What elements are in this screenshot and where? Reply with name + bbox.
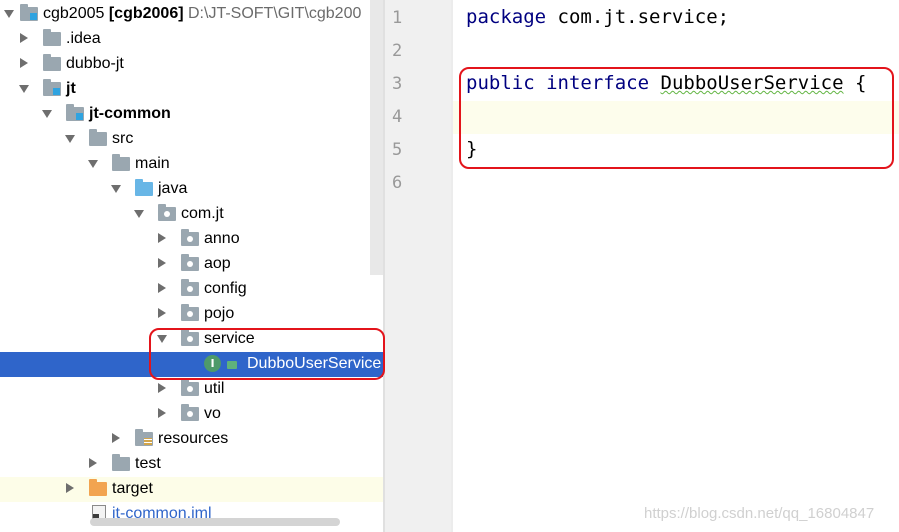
tree-item-label: src	[112, 130, 134, 147]
project-tree: cgb2005 [cgb2006] D:\JT-SOFT\GIT\cgb200 …	[0, 0, 383, 532]
expand-arrow-icon[interactable]	[4, 10, 14, 18]
tree-item-label: .idea	[66, 30, 101, 47]
collapse-arrow-icon[interactable]	[20, 58, 28, 68]
collapse-arrow-icon[interactable]	[158, 383, 166, 393]
line-number: 3	[392, 74, 403, 94]
expand-arrow-icon[interactable]	[111, 185, 121, 193]
code-line-1[interactable]: package com.jt.service;	[466, 6, 729, 28]
tree-item-label: jt	[66, 80, 76, 97]
package-icon	[181, 404, 199, 421]
tree-item-jt[interactable]: jt	[0, 77, 383, 102]
module-folder-icon	[20, 4, 38, 21]
tree-item-aop[interactable]: aop	[0, 252, 383, 277]
collapse-arrow-icon[interactable]	[158, 308, 166, 318]
root-module: [cgb2006]	[108, 5, 184, 22]
tree-item-resources[interactable]: resources	[0, 427, 383, 452]
tree-item-label: anno	[204, 230, 240, 247]
tree-item-root[interactable]: cgb2005 [cgb2006] D:\JT-SOFT\GIT\cgb200	[0, 2, 383, 27]
package-icon	[158, 204, 176, 221]
folder-icon	[43, 54, 61, 71]
collapse-arrow-icon[interactable]	[89, 458, 97, 468]
tree-item-label: java	[158, 180, 188, 197]
tree-item-config[interactable]: config	[0, 277, 383, 302]
package-icon	[181, 229, 199, 246]
root-path: D:\JT-SOFT\GIT\cgb200	[188, 5, 362, 22]
expand-arrow-icon[interactable]	[88, 160, 98, 168]
expand-arrow-icon[interactable]	[134, 210, 144, 218]
tree-horizontal-scrollbar[interactable]	[90, 518, 340, 526]
tree-item-label: resources	[158, 430, 229, 447]
resources-folder-icon	[135, 429, 153, 446]
excluded-folder-icon	[89, 479, 107, 496]
folder-icon	[89, 129, 107, 146]
tree-item-vo[interactable]: vo	[0, 402, 383, 427]
line-number: 4	[392, 107, 403, 127]
tree-item-util[interactable]: util	[0, 377, 383, 402]
module-folder-icon	[66, 104, 84, 121]
line-number: 1	[392, 8, 403, 28]
expand-arrow-icon[interactable]	[42, 110, 52, 118]
tree-item-label: util	[204, 380, 225, 397]
expand-arrow-icon[interactable]	[65, 135, 75, 143]
collapse-arrow-icon[interactable]	[112, 433, 120, 443]
tree-item-target[interactable]: target	[0, 477, 383, 502]
collapse-arrow-icon[interactable]	[158, 408, 166, 418]
package-name: com.jt.service;	[546, 6, 730, 28]
tree-item-label: com.jt	[181, 205, 224, 222]
folder-icon	[43, 29, 61, 46]
collapse-arrow-icon[interactable]	[158, 233, 166, 243]
line-number: 2	[392, 41, 403, 61]
tree-item-test[interactable]: test	[0, 452, 383, 477]
tree-item-pojo[interactable]: pojo	[0, 302, 383, 327]
package-icon	[181, 304, 199, 321]
tree-item-label: vo	[204, 405, 221, 422]
tree-item-label: pojo	[204, 305, 235, 322]
tree-item-idea[interactable]: .idea	[0, 27, 383, 52]
tree-item-jt-common[interactable]: jt-common	[0, 102, 383, 127]
watermark: https://blog.csdn.net/qq_16804847	[644, 505, 875, 522]
tree-item-main[interactable]: main	[0, 152, 383, 177]
tree-item-label: dubbo-jt	[66, 55, 124, 72]
expand-arrow-icon[interactable]	[19, 85, 29, 93]
package-icon	[181, 379, 199, 396]
annotation-box-tree	[149, 328, 385, 380]
collapse-arrow-icon[interactable]	[20, 33, 28, 43]
tree-item-src[interactable]: src	[0, 127, 383, 152]
tree-item-label: main	[135, 155, 170, 172]
tree-item-label: target	[112, 480, 153, 497]
source-root-folder-icon	[135, 179, 153, 196]
annotation-box-code	[459, 67, 894, 169]
tree-item-label: aop	[204, 255, 231, 272]
tree-item-anno[interactable]: anno	[0, 227, 383, 252]
folder-icon	[112, 154, 130, 171]
line-number: 5	[392, 140, 403, 160]
tree-item-dubbo-jt[interactable]: dubbo-jt	[0, 52, 383, 77]
keyword-package: package	[466, 6, 547, 28]
module-folder-icon	[43, 79, 61, 96]
tree-item-label: config	[204, 280, 247, 297]
line-number: 6	[392, 173, 403, 193]
tree-item-label: jt-common	[89, 105, 171, 122]
package-icon	[181, 254, 199, 271]
root-name: cgb2005	[43, 5, 105, 22]
collapse-arrow-icon[interactable]	[158, 258, 166, 268]
package-icon	[181, 279, 199, 296]
tree-item-com-jt[interactable]: com.jt	[0, 202, 383, 227]
tree-vertical-scrollbar[interactable]	[370, 0, 383, 275]
folder-icon	[112, 454, 130, 471]
collapse-arrow-icon[interactable]	[158, 283, 166, 293]
tree-item-java[interactable]: java	[0, 177, 383, 202]
collapse-arrow-icon[interactable]	[66, 483, 74, 493]
tree-item-label: test	[135, 455, 161, 472]
